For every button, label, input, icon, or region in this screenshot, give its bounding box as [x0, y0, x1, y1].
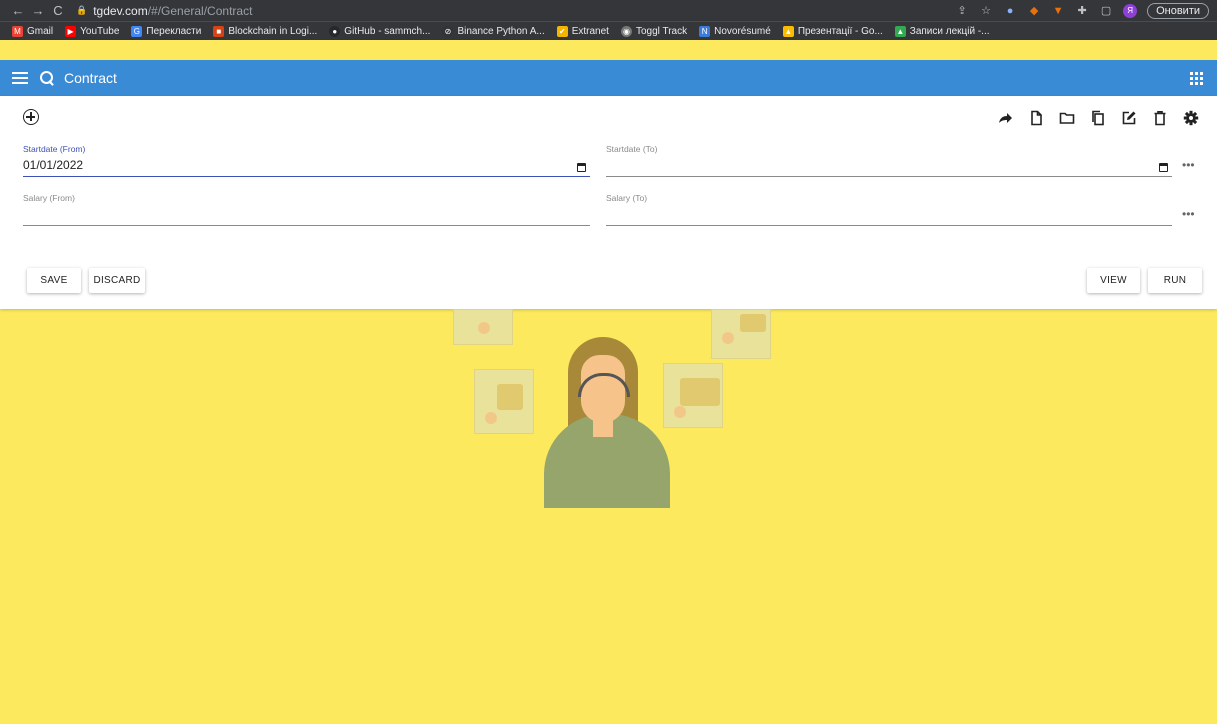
startdate-from-value[interactable]: 01/01/2022: [23, 158, 590, 173]
action-toolbar: [996, 109, 1199, 126]
lock-icon: 🔒: [76, 5, 88, 15]
app-header: Contract: [0, 60, 1217, 96]
bookmark-binance[interactable]: ⊘ Binance Python A...: [442, 25, 545, 37]
binance-icon: ⊘: [442, 25, 454, 37]
bookmark-label: GitHub - sammch...: [344, 25, 431, 37]
google-drive-icon: ▲: [894, 25, 906, 37]
salary-to-value[interactable]: [606, 207, 1172, 222]
salary-to-label: Salary (To): [606, 193, 648, 203]
edit-icon[interactable]: [1120, 109, 1137, 126]
share-icon[interactable]: [996, 109, 1013, 126]
apps-grid-icon[interactable]: [1190, 71, 1203, 85]
bookmark-label: Blockchain in Logi...: [228, 25, 318, 37]
salary-from-label: Salary (From): [23, 193, 75, 203]
bookmark-label: Презентації - Go...: [797, 25, 883, 37]
startdate-from-label: Startdate (From): [23, 144, 86, 154]
salary-to-field[interactable]: Salary (To): [606, 193, 1172, 226]
chat-card: [663, 363, 723, 428]
run-button[interactable]: RUN: [1148, 268, 1202, 293]
copy-icon[interactable]: [1089, 109, 1106, 126]
bookmark-label: YouTube: [80, 25, 120, 37]
more-options-icon[interactable]: •••: [1182, 158, 1195, 172]
github-icon: ●: [329, 25, 341, 37]
bookmark-blockchain[interactable]: ■ Blockchain in Logi...: [213, 25, 318, 37]
metamask-icon[interactable]: ◆: [1027, 4, 1041, 17]
salary-from-field[interactable]: Salary (From): [23, 193, 590, 226]
profile-avatar[interactable]: Я: [1123, 3, 1138, 18]
bookmark-extranet[interactable]: ✔ Extranet: [556, 25, 609, 37]
side-panel-icon[interactable]: ▢: [1099, 4, 1113, 17]
bookmark-youtube[interactable]: ▶ YouTube: [65, 25, 120, 37]
youtube-icon: ▶: [65, 25, 77, 37]
bookmark-label: Toggl Track: [635, 25, 688, 37]
bookmark-lectures[interactable]: ▲ Записи лекцій -...: [894, 25, 990, 37]
bookmark-label: Novorésumé: [714, 25, 771, 37]
search-icon[interactable]: [40, 71, 54, 85]
page-title: Contract: [64, 70, 117, 86]
view-button[interactable]: VIEW: [1087, 268, 1140, 293]
reload-icon[interactable]: C: [48, 3, 68, 18]
bookmark-presentations[interactable]: ▲ Презентації - Go...: [782, 25, 883, 37]
bookmark-label: Binance Python A...: [457, 25, 545, 37]
google-drive-icon: ▲: [782, 25, 794, 37]
field-underline: [606, 176, 1172, 177]
blockchain-icon: ■: [213, 25, 225, 37]
folder-icon[interactable]: [1058, 109, 1075, 126]
discard-button[interactable]: DISCARD: [89, 268, 145, 293]
extension-fox-icon[interactable]: ▼: [1051, 5, 1065, 17]
field-underline: [606, 225, 1172, 226]
bookmarks-bar: M Gmail ▶ YouTube G Перекласти ■ Blockchain …: [0, 21, 1217, 40]
url-host: tgdev.com: [93, 3, 148, 18]
toggl-icon: ◉: [620, 25, 632, 37]
startdate-to-value[interactable]: [606, 158, 1172, 173]
bookmark-toggl[interactable]: ◉ Toggl Track: [620, 25, 688, 37]
extensions-puzzle-icon[interactable]: ✚: [1075, 4, 1089, 17]
translate-icon: G: [131, 25, 143, 37]
filter-panel: Startdate (From) 01/01/2022 Startdate (T…: [0, 96, 1217, 309]
calendar-icon[interactable]: [1159, 163, 1168, 172]
save-button[interactable]: SAVE: [27, 268, 81, 293]
update-button[interactable]: Оновити: [1147, 2, 1209, 19]
bookmark-label: Gmail: [27, 25, 54, 37]
extension-icon[interactable]: ●: [1003, 5, 1017, 17]
address-bar[interactable]: 🔒 tgdev.com /#/General/Contract: [76, 4, 252, 18]
salary-from-value[interactable]: [23, 207, 590, 222]
calendar-icon[interactable]: [577, 163, 586, 172]
startdate-to-field[interactable]: Startdate (To): [606, 144, 1172, 177]
settings-icon[interactable]: [1182, 109, 1199, 126]
new-file-icon[interactable]: [1027, 109, 1044, 126]
hamburger-menu-icon[interactable]: [12, 72, 28, 84]
startdate-from-field[interactable]: Startdate (From) 01/01/2022: [23, 144, 590, 177]
startdate-to-label: Startdate (To): [606, 144, 658, 154]
add-circle-icon[interactable]: [23, 109, 39, 125]
url-path: /#/General/Contract: [147, 3, 253, 18]
field-underline: [23, 175, 590, 177]
bookmark-gmail[interactable]: M Gmail: [12, 25, 54, 37]
novoresume-icon: N: [699, 25, 711, 37]
extranet-icon: ✔: [556, 25, 568, 37]
bookmark-translate[interactable]: G Перекласти: [131, 25, 202, 37]
bookmark-label: Перекласти: [146, 25, 202, 37]
bookmark-github[interactable]: ● GitHub - sammch...: [329, 25, 431, 37]
back-icon[interactable]: ←: [8, 3, 28, 18]
chat-card: [711, 309, 771, 359]
bookmark-novoresume[interactable]: N Novorésumé: [699, 25, 771, 37]
chat-card: [453, 309, 513, 345]
support-agent-illustration: [440, 309, 780, 509]
gmail-icon: M: [12, 25, 23, 37]
bookmark-label: Extranet: [571, 25, 609, 37]
chat-card: [474, 369, 534, 434]
bookmark-star-icon[interactable]: ☆: [979, 4, 993, 17]
forward-icon[interactable]: →: [28, 3, 48, 18]
more-options-icon[interactable]: •••: [1182, 207, 1195, 221]
browser-toolbar: ← → C 🔒 tgdev.com /#/General/Contract ⇪ …: [0, 0, 1217, 21]
delete-icon[interactable]: [1151, 109, 1168, 126]
share-page-icon[interactable]: ⇪: [955, 4, 969, 17]
field-underline: [23, 225, 590, 226]
bookmark-label: Записи лекцій -...: [909, 25, 990, 37]
